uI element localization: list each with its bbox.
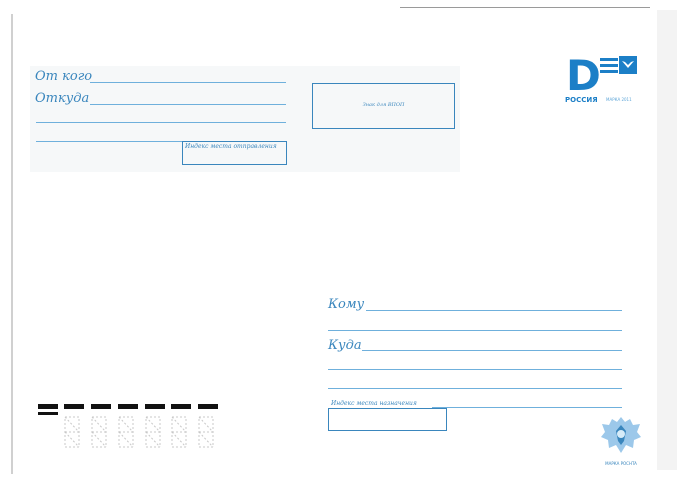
sender-address-line-3 — [36, 141, 184, 142]
recipient-address-line-3 — [328, 388, 622, 389]
from-label: От кого — [35, 69, 93, 84]
logo-subtitle: МАРКА 2011 — [606, 97, 632, 102]
where-to-label: Куда — [328, 338, 362, 353]
eagle-icon — [619, 56, 637, 74]
envelope-top-edge — [400, 7, 650, 8]
recipient-address-line-1 — [362, 350, 622, 351]
postal-emblem-icon — [601, 417, 641, 453]
sender-address-line-2 — [36, 122, 286, 123]
digit-template-icon — [145, 416, 161, 448]
digit-template-icon — [118, 416, 134, 448]
recipient-name-line-2 — [328, 330, 622, 331]
stamp-box: Знак для ВПОП — [312, 83, 455, 129]
envelope-right-edge — [657, 10, 677, 470]
recipient-index-box — [328, 408, 447, 431]
where-label: Откуда — [35, 91, 90, 106]
sender-index-box: Индекс места отправления — [182, 141, 287, 165]
envelope-left-edge — [11, 14, 13, 474]
recipient-address-line-2 — [328, 369, 622, 370]
sender-index-label: Индекс места отправления — [185, 143, 277, 150]
logo-country: РОССИЯ — [565, 96, 598, 104]
digit-template-icon — [64, 416, 80, 448]
to-line — [366, 310, 622, 311]
digit-template-icon — [91, 416, 107, 448]
digit-template-icon — [198, 416, 214, 448]
sender-address-line-1 — [90, 104, 286, 105]
recipient-index-line — [432, 407, 622, 408]
recipient-index-label: Индекс места назначения — [331, 400, 417, 407]
logo-stripes — [600, 58, 618, 74]
envelope: От кого Откуда Индекс места отправления … — [0, 0, 677, 477]
emblem-caption: МАРКА POCHTA — [605, 461, 637, 466]
from-line — [90, 82, 286, 83]
digit-template-icon — [171, 416, 187, 448]
to-label: Кому — [328, 297, 365, 312]
stamp-text: Знак для ВПОП — [362, 102, 405, 108]
logo-letter: D — [566, 51, 601, 100]
